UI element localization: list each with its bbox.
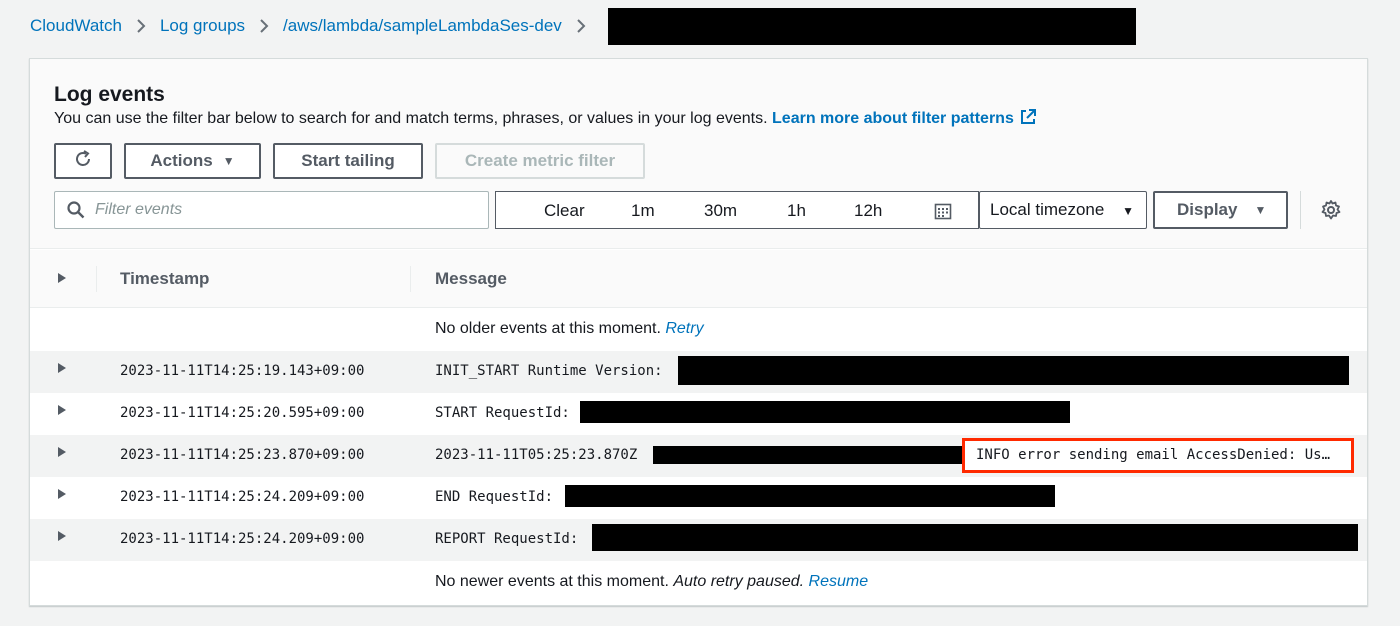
resume-link[interactable]: Resume xyxy=(809,573,869,590)
row-message: INIT_START Runtime Version: xyxy=(435,363,663,379)
expand-row-icon[interactable] xyxy=(58,405,66,415)
auto-retry-paused-label: Auto retry paused. xyxy=(673,573,805,590)
timezone-select[interactable]: Local timezone ▼ xyxy=(979,191,1147,229)
chevron-right-icon xyxy=(259,18,269,34)
timezone-value: Local timezone xyxy=(990,200,1105,219)
panel-description: You can use the filter bar below to sear… xyxy=(54,109,1036,130)
expand-row-icon[interactable] xyxy=(58,531,66,541)
table-row[interactable]: 2023-11-11T14:25:19.143+09:00 INIT_START… xyxy=(30,351,1367,393)
row-timestamp: 2023-11-11T14:25:20.595+09:00 xyxy=(120,405,365,421)
refresh-button[interactable] xyxy=(54,143,112,179)
create-metric-filter-label: Create metric filter xyxy=(464,151,616,170)
no-newer-label: No newer events at this moment. xyxy=(435,573,669,590)
breadcrumb-log-group[interactable]: /aws/lambda/sampleLambdaSes-dev xyxy=(283,16,562,36)
time-range-12h[interactable]: 12h xyxy=(854,201,882,221)
time-range-1h[interactable]: 1h xyxy=(787,201,806,221)
learn-more-link[interactable]: Learn more about filter patterns xyxy=(772,109,1036,130)
breadcrumb-cloudwatch[interactable]: CloudWatch xyxy=(30,16,122,36)
no-older-label: No older events at this moment. xyxy=(435,320,661,337)
table-row[interactable]: 2023-11-11T14:25:24.209+09:00 END Reques… xyxy=(30,477,1367,519)
time-range-1m[interactable]: 1m xyxy=(631,201,655,221)
expand-row-icon[interactable] xyxy=(58,489,66,499)
row-message: END RequestId: xyxy=(435,489,554,505)
row-timestamp: 2023-11-11T14:25:23.870+09:00 xyxy=(120,447,365,463)
time-range-clear[interactable]: Clear xyxy=(544,201,585,221)
display-button[interactable]: Display ▼ xyxy=(1153,191,1288,229)
no-newer-events-row: No newer events at this moment. Auto ret… xyxy=(30,562,1367,604)
row-message: REPORT RequestId: xyxy=(435,531,579,547)
caret-down-icon: ▼ xyxy=(222,154,235,168)
redacted-value xyxy=(678,356,1349,385)
learn-more-label: Learn more about filter patterns xyxy=(772,110,1014,127)
breadcrumb-log-groups[interactable]: Log groups xyxy=(160,16,245,36)
table-row[interactable]: 2023-11-11T14:25:24.209+09:00 REPORT Req… xyxy=(30,519,1367,561)
caret-down-icon: ▼ xyxy=(1254,203,1267,217)
table-row[interactable]: 2023-11-11T14:25:20.595+09:00 START Requ… xyxy=(30,393,1367,435)
retry-link[interactable]: Retry xyxy=(665,320,703,337)
description-text: You can use the filter bar below to sear… xyxy=(54,110,768,127)
start-tailing-button[interactable]: Start tailing xyxy=(273,143,423,179)
highlighted-error-message: INFO error sending email AccessDenied: U… xyxy=(962,438,1354,473)
refresh-icon xyxy=(73,149,93,174)
row-message: 2023-11-11T05:25:23.870Z xyxy=(435,447,638,463)
actions-label: Actions xyxy=(150,151,213,170)
time-range-selector: Clear 1m 30m 1h 12h xyxy=(495,191,979,229)
row-timestamp: 2023-11-11T14:25:19.143+09:00 xyxy=(120,363,365,379)
chevron-right-icon xyxy=(576,18,586,34)
row-timestamp: 2023-11-11T14:25:24.209+09:00 xyxy=(120,531,365,547)
breadcrumb: CloudWatch Log groups /aws/lambda/sample… xyxy=(30,7,1136,45)
start-tailing-label: Start tailing xyxy=(301,151,395,170)
display-label: Display xyxy=(1177,200,1238,219)
column-divider xyxy=(410,266,411,292)
redacted-log-stream xyxy=(607,7,1136,45)
search-icon xyxy=(67,201,85,219)
row-message: START RequestId: xyxy=(435,405,570,421)
gear-icon[interactable] xyxy=(1320,199,1342,226)
panel-header: Log events You can use the filter bar be… xyxy=(30,59,1367,249)
no-older-events-row: No older events at this moment. Retry xyxy=(30,309,1367,351)
expand-all-icon[interactable] xyxy=(58,273,66,283)
column-header-message[interactable]: Message xyxy=(435,269,507,289)
time-range-30m[interactable]: 30m xyxy=(704,201,737,221)
redacted-value xyxy=(592,524,1358,551)
expand-row-icon[interactable] xyxy=(58,363,66,373)
no-older-events-text: No older events at this moment. Retry xyxy=(435,320,704,338)
toolbar-divider xyxy=(1300,191,1301,229)
filter-events-field[interactable] xyxy=(54,191,489,229)
row-timestamp: 2023-11-11T14:25:24.209+09:00 xyxy=(120,489,365,505)
filter-events-input[interactable] xyxy=(95,201,455,219)
calendar-icon[interactable] xyxy=(934,202,952,225)
page-title: Log events xyxy=(54,83,165,106)
redacted-value xyxy=(653,446,965,464)
redacted-value xyxy=(580,401,1070,423)
column-header-timestamp[interactable]: Timestamp xyxy=(120,269,209,289)
expand-row-icon[interactable] xyxy=(58,447,66,457)
create-metric-filter-button[interactable]: Create metric filter xyxy=(435,143,645,179)
external-link-icon xyxy=(1020,109,1036,130)
no-newer-events-text: No newer events at this moment. Auto ret… xyxy=(435,573,868,591)
caret-down-icon: ▼ xyxy=(1122,204,1134,218)
table-row[interactable]: 2023-11-11T14:25:23.870+09:00 2023-11-11… xyxy=(30,435,1367,477)
log-events-panel: Log events You can use the filter bar be… xyxy=(29,58,1368,606)
table-header: Timestamp Message xyxy=(30,250,1367,308)
chevron-right-icon xyxy=(136,18,146,34)
actions-button[interactable]: Actions ▼ xyxy=(124,143,261,179)
column-divider xyxy=(96,266,97,292)
redacted-value xyxy=(565,485,1055,507)
